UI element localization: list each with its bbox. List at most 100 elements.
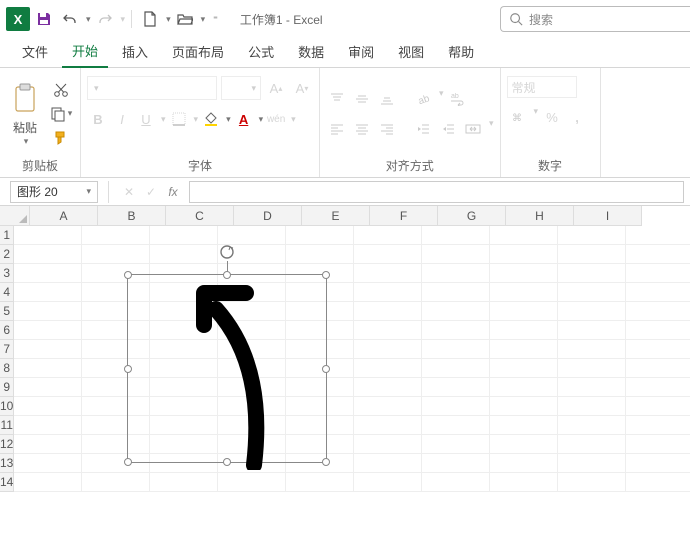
border-button[interactable]: [168, 108, 190, 130]
cell[interactable]: [626, 378, 690, 397]
col-D[interactable]: D: [234, 206, 302, 226]
tab-formulas[interactable]: 公式: [238, 36, 284, 67]
row-12[interactable]: 12: [0, 435, 14, 454]
cell[interactable]: [14, 302, 82, 321]
cell[interactable]: [626, 302, 690, 321]
cell[interactable]: [14, 435, 82, 454]
undo-button[interactable]: [58, 7, 82, 31]
cell[interactable]: [490, 435, 558, 454]
cell[interactable]: [422, 454, 490, 473]
number-format-combo[interactable]: 常规: [507, 76, 577, 98]
qat-customize[interactable]: ⁼: [213, 14, 218, 25]
cell[interactable]: [354, 321, 422, 340]
cell[interactable]: [14, 245, 82, 264]
cell[interactable]: [422, 435, 490, 454]
spreadsheet-grid[interactable]: A B C D E F G H I 1 2 3 4 5 6 7 8 9 10 1…: [0, 206, 690, 540]
tab-review[interactable]: 审阅: [338, 36, 384, 67]
cell[interactable]: [354, 416, 422, 435]
orientation-button[interactable]: ab: [412, 88, 434, 110]
percent-button[interactable]: %: [541, 106, 563, 128]
cell[interactable]: [422, 283, 490, 302]
curved-arrow-shape[interactable]: [196, 285, 291, 470]
increase-indent-button[interactable]: [437, 118, 459, 140]
cell[interactable]: [422, 321, 490, 340]
cell[interactable]: [354, 435, 422, 454]
accounting-format-button[interactable]: ⌘: [507, 106, 529, 128]
select-all-corner[interactable]: [0, 206, 30, 226]
font-color-button[interactable]: A: [233, 108, 255, 130]
row-14[interactable]: 14: [0, 473, 14, 492]
save-button[interactable]: [32, 7, 56, 31]
cell[interactable]: [422, 473, 490, 492]
enter-formula-button[interactable]: ✓: [141, 182, 161, 202]
cell[interactable]: [422, 416, 490, 435]
cell[interactable]: [82, 226, 150, 245]
cell[interactable]: [422, 340, 490, 359]
cell[interactable]: [558, 378, 626, 397]
tab-view[interactable]: 视图: [388, 36, 434, 67]
row-10[interactable]: 10: [0, 397, 14, 416]
merge-button[interactable]: [462, 118, 484, 140]
cell[interactable]: [14, 226, 82, 245]
col-I[interactable]: I: [574, 206, 642, 226]
cell[interactable]: [14, 359, 82, 378]
row-2[interactable]: 2: [0, 245, 14, 264]
cell[interactable]: [490, 397, 558, 416]
cell[interactable]: [626, 416, 690, 435]
align-left-button[interactable]: [326, 118, 348, 140]
cells-area[interactable]: /* generated below via JS for brevity wo…: [14, 226, 690, 492]
cell[interactable]: [354, 264, 422, 283]
cell[interactable]: [82, 473, 150, 492]
cell[interactable]: [626, 321, 690, 340]
formula-input[interactable]: [189, 181, 684, 203]
cell[interactable]: [558, 435, 626, 454]
col-B[interactable]: B: [98, 206, 166, 226]
wrap-text-button[interactable]: ab: [447, 88, 469, 110]
cell[interactable]: [626, 245, 690, 264]
cell[interactable]: [626, 340, 690, 359]
undo-dropdown[interactable]: ▾: [86, 14, 91, 25]
cell[interactable]: [490, 264, 558, 283]
col-E[interactable]: E: [302, 206, 370, 226]
cell[interactable]: [558, 321, 626, 340]
cell[interactable]: [558, 245, 626, 264]
cell[interactable]: [422, 226, 490, 245]
cell[interactable]: [150, 473, 218, 492]
cell[interactable]: [14, 340, 82, 359]
col-A[interactable]: A: [30, 206, 98, 226]
tab-help[interactable]: 帮助: [438, 36, 484, 67]
name-box[interactable]: 图形 20 ▾: [10, 181, 98, 203]
redo-dropdown[interactable]: ▾: [121, 14, 126, 25]
paste-button[interactable]: 粘贴 ▾: [6, 78, 44, 150]
row-11[interactable]: 11: [0, 416, 14, 435]
cell[interactable]: [490, 226, 558, 245]
decrease-font-button[interactable]: A▾: [291, 77, 313, 99]
rotate-handle[interactable]: [218, 243, 236, 261]
cell[interactable]: [558, 302, 626, 321]
col-H[interactable]: H: [506, 206, 574, 226]
align-right-button[interactable]: [376, 118, 398, 140]
shape-selection[interactable]: [127, 274, 327, 463]
cell[interactable]: [354, 283, 422, 302]
cell[interactable]: [150, 245, 218, 264]
cell[interactable]: [490, 283, 558, 302]
cell[interactable]: [422, 264, 490, 283]
cell[interactable]: [422, 245, 490, 264]
row-8[interactable]: 8: [0, 359, 14, 378]
cell[interactable]: [354, 226, 422, 245]
cell[interactable]: [558, 226, 626, 245]
cell[interactable]: [558, 473, 626, 492]
cell[interactable]: [558, 264, 626, 283]
cell[interactable]: [218, 473, 286, 492]
row-6[interactable]: 6: [0, 321, 14, 340]
cell[interactable]: [422, 397, 490, 416]
cell[interactable]: [286, 226, 354, 245]
new-file-dropdown[interactable]: ▾: [166, 14, 171, 25]
cell[interactable]: [558, 283, 626, 302]
cell[interactable]: [626, 283, 690, 302]
row-3[interactable]: 3: [0, 264, 14, 283]
align-bottom-button[interactable]: [376, 88, 398, 110]
cell[interactable]: [354, 359, 422, 378]
cell[interactable]: [14, 283, 82, 302]
cell[interactable]: [14, 416, 82, 435]
